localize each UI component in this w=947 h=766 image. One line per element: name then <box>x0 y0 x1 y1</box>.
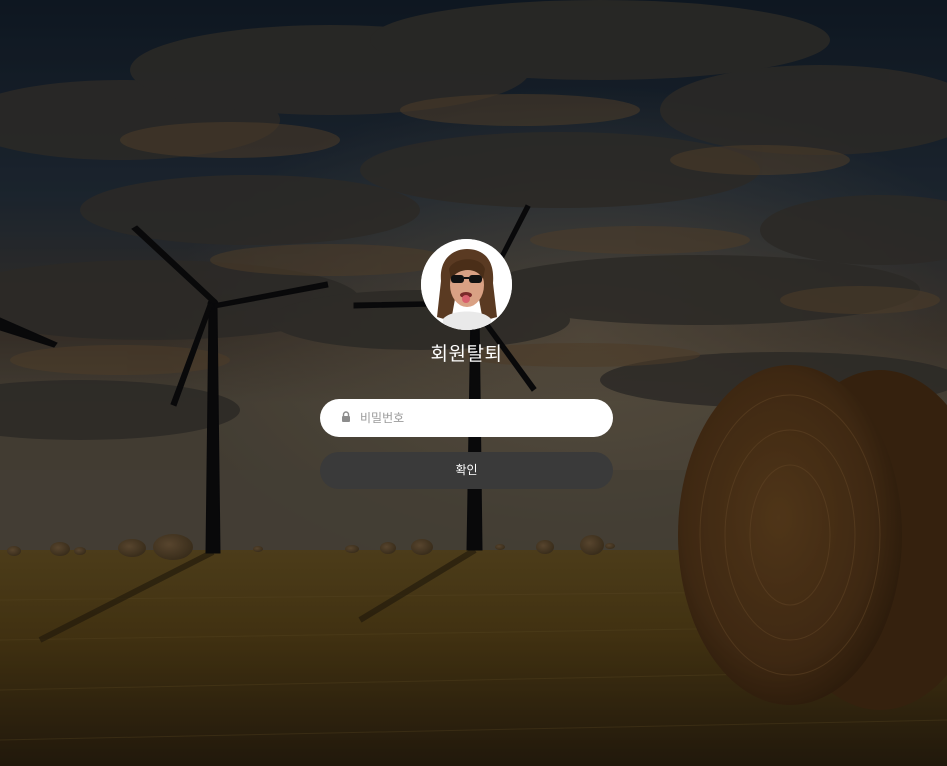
password-field[interactable] <box>320 399 613 437</box>
avatar <box>421 239 512 330</box>
page-title: 회원탈퇴 <box>430 343 503 365</box>
lock-icon <box>342 411 350 422</box>
background-image <box>0 0 947 766</box>
password-input[interactable] <box>360 399 600 437</box>
confirm-button[interactable]: 확인 <box>320 452 613 489</box>
withdrawal-page: 회원탈퇴 확인 <box>0 0 947 766</box>
